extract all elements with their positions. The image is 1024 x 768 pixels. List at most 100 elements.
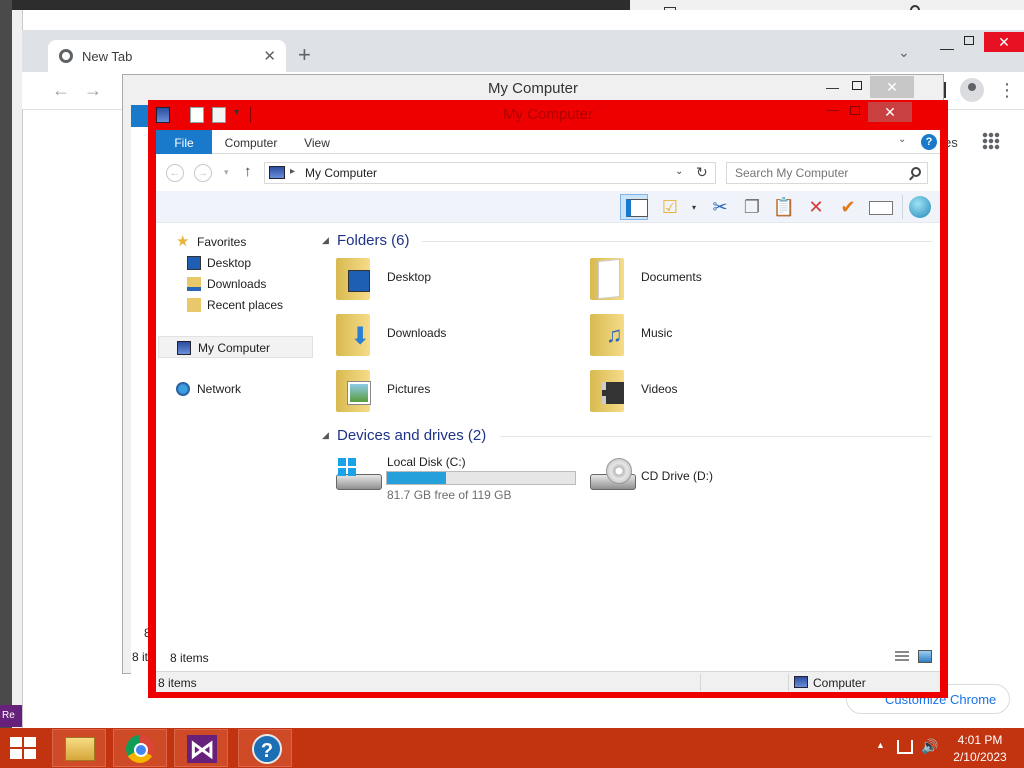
search-input[interactable]	[735, 164, 905, 182]
drive-cd[interactable]: CD Drive (D:)	[568, 452, 768, 502]
item-count: 8 items	[170, 651, 209, 665]
chrome-minimize-button[interactable]: —	[940, 40, 954, 56]
folder-documents[interactable]: Documents	[568, 254, 808, 308]
toolbar-separator	[902, 195, 903, 219]
tab-view[interactable]: View	[292, 130, 342, 154]
close-icon[interactable]: ✕	[870, 76, 914, 98]
refresh-icon[interactable]: ↻	[696, 164, 708, 181]
forward-button[interactable]: →	[194, 164, 212, 182]
desktop-icon	[187, 256, 201, 270]
folder-icon	[65, 737, 95, 761]
status-location: Computer	[813, 676, 866, 690]
volume-icon[interactable]: 🔊	[921, 738, 938, 755]
chrome-menu-icon[interactable]: ⋮	[998, 80, 1016, 101]
address-dropdown-icon[interactable]: ⌄	[675, 166, 683, 177]
navigation-pane: ★ Favorites Desktop Downloads Recent pla…	[156, 224, 314, 644]
nav-label: Desktop	[207, 256, 252, 270]
expand-ribbon-icon[interactable]: ⌄	[898, 134, 906, 145]
select-all-icon[interactable]: ☑	[656, 194, 684, 220]
background-window-controls: — ✕	[820, 76, 940, 98]
group-title: Devices and drives (2)	[337, 427, 487, 444]
maximize-button[interactable]	[850, 106, 860, 115]
taskbar-help[interactable]: ?	[238, 729, 292, 767]
search-icon[interactable]	[911, 167, 921, 177]
paste-icon[interactable]: 📋	[770, 194, 798, 220]
folder-name: Documents	[641, 270, 702, 284]
clock-time[interactable]: 4:01 PM	[940, 733, 1020, 747]
breadcrumb-chevron-icon[interactable]: ▸	[290, 166, 295, 177]
nav-label: Downloads	[207, 277, 267, 291]
folder-icon	[588, 256, 628, 302]
preview-pane-button[interactable]	[620, 194, 648, 220]
inner-status-row: 8 items	[156, 644, 940, 670]
status-divider	[700, 674, 701, 691]
command-toolbar: ☑ ▾ ✂ ❐ 📋 ✕ ✔	[156, 191, 940, 223]
globe-icon[interactable]	[906, 194, 934, 220]
clock-date[interactable]: 2/10/2023	[940, 750, 1020, 764]
cut-icon[interactable]: ✂	[706, 194, 734, 220]
breadcrumb[interactable]: My Computer	[305, 166, 377, 180]
folder-icon	[334, 368, 374, 414]
folder-pictures[interactable]: Pictures	[314, 366, 554, 420]
background-status-text: 8 it	[132, 650, 149, 664]
select-dropdown-icon[interactable]: ▾	[692, 203, 696, 212]
rename-icon[interactable]	[866, 194, 894, 220]
chrome-maximize-button[interactable]	[964, 36, 974, 45]
status-item-count: 8 items	[158, 676, 197, 690]
tab-search-icon[interactable]: ⌄	[898, 44, 910, 61]
taskbar-chrome[interactable]	[113, 729, 167, 767]
minimize-button[interactable]: —	[826, 102, 839, 117]
back-button[interactable]: ←	[52, 80, 70, 101]
taskbar-visual-studio[interactable]: ⋈	[174, 729, 228, 767]
help-icon[interactable]: ?	[921, 134, 937, 150]
search-box[interactable]	[726, 162, 928, 184]
details-view-icon[interactable]	[895, 651, 909, 663]
profile-avatar[interactable]	[960, 78, 984, 102]
folder-videos[interactable]: Videos	[568, 366, 808, 420]
start-icon[interactable]	[10, 737, 36, 759]
show-hidden-icons[interactable]: ▲	[876, 740, 885, 750]
close-button[interactable]: ✕	[868, 102, 912, 122]
nav-item-my-computer[interactable]: My Computer	[158, 336, 313, 358]
downloads-icon	[187, 277, 201, 291]
chrome-tab-new-tab[interactable]: New Tab ✕	[48, 40, 286, 74]
copy-icon[interactable]: ❐	[738, 194, 766, 220]
back-button[interactable]: ←	[166, 164, 184, 182]
taskbar-file-explorer[interactable]	[52, 729, 106, 767]
check-icon[interactable]: ✔	[834, 194, 862, 220]
drive-local-disk[interactable]: Local Disk (C:) 81.7 GB free of 119 GB	[314, 452, 584, 502]
collapse-icon[interactable]: ◢	[322, 430, 329, 441]
new-tab-button[interactable]: +	[298, 42, 311, 68]
tab-computer[interactable]: Computer	[216, 130, 286, 154]
collapse-icon[interactable]: ◢	[322, 235, 329, 246]
window-controls: — ✕	[820, 100, 940, 122]
visual-studio-icon: ⋈	[187, 734, 217, 764]
large-icons-view-icon[interactable]	[918, 650, 932, 663]
address-bar[interactable]: ▸ My Computer ⌄ ↻	[264, 162, 716, 184]
folder-downloads[interactable]: Downloads	[314, 310, 554, 364]
forward-button[interactable]: →	[84, 80, 102, 101]
folder-music[interactable]: Music	[568, 310, 808, 364]
tab-close-icon[interactable]: ✕	[263, 47, 276, 65]
delete-icon[interactable]: ✕	[802, 194, 830, 220]
content-pane: ◢ Folders (6) Desktop Documents Download…	[314, 224, 938, 644]
drive-name: CD Drive (D:)	[641, 469, 713, 483]
chrome-close-button[interactable]: ✕	[984, 32, 1024, 52]
cd-drive-icon	[590, 458, 636, 492]
maximize-icon[interactable]	[852, 81, 862, 90]
tab-file[interactable]: File	[156, 130, 212, 154]
folders-group-header[interactable]: ◢ Folders (6)	[322, 231, 932, 251]
devices-group-header[interactable]: ◢ Devices and drives (2)	[322, 426, 932, 446]
folder-icon	[334, 312, 374, 358]
desktop-background-left	[0, 0, 12, 728]
minimize-icon[interactable]: —	[826, 80, 839, 95]
up-button[interactable]: ↑	[244, 163, 252, 180]
address-row: ← → ▾ ↑ ▸ My Computer ⌄ ↻	[156, 155, 940, 191]
folder-name: Desktop	[387, 270, 432, 284]
computer-icon	[269, 166, 285, 179]
folder-desktop[interactable]: Desktop	[314, 254, 554, 308]
recent-locations-icon[interactable]: ▾	[224, 167, 229, 178]
apps-grid-icon[interactable]	[982, 132, 1000, 150]
network-icon[interactable]	[897, 740, 913, 754]
help-icon: ?	[252, 734, 282, 764]
